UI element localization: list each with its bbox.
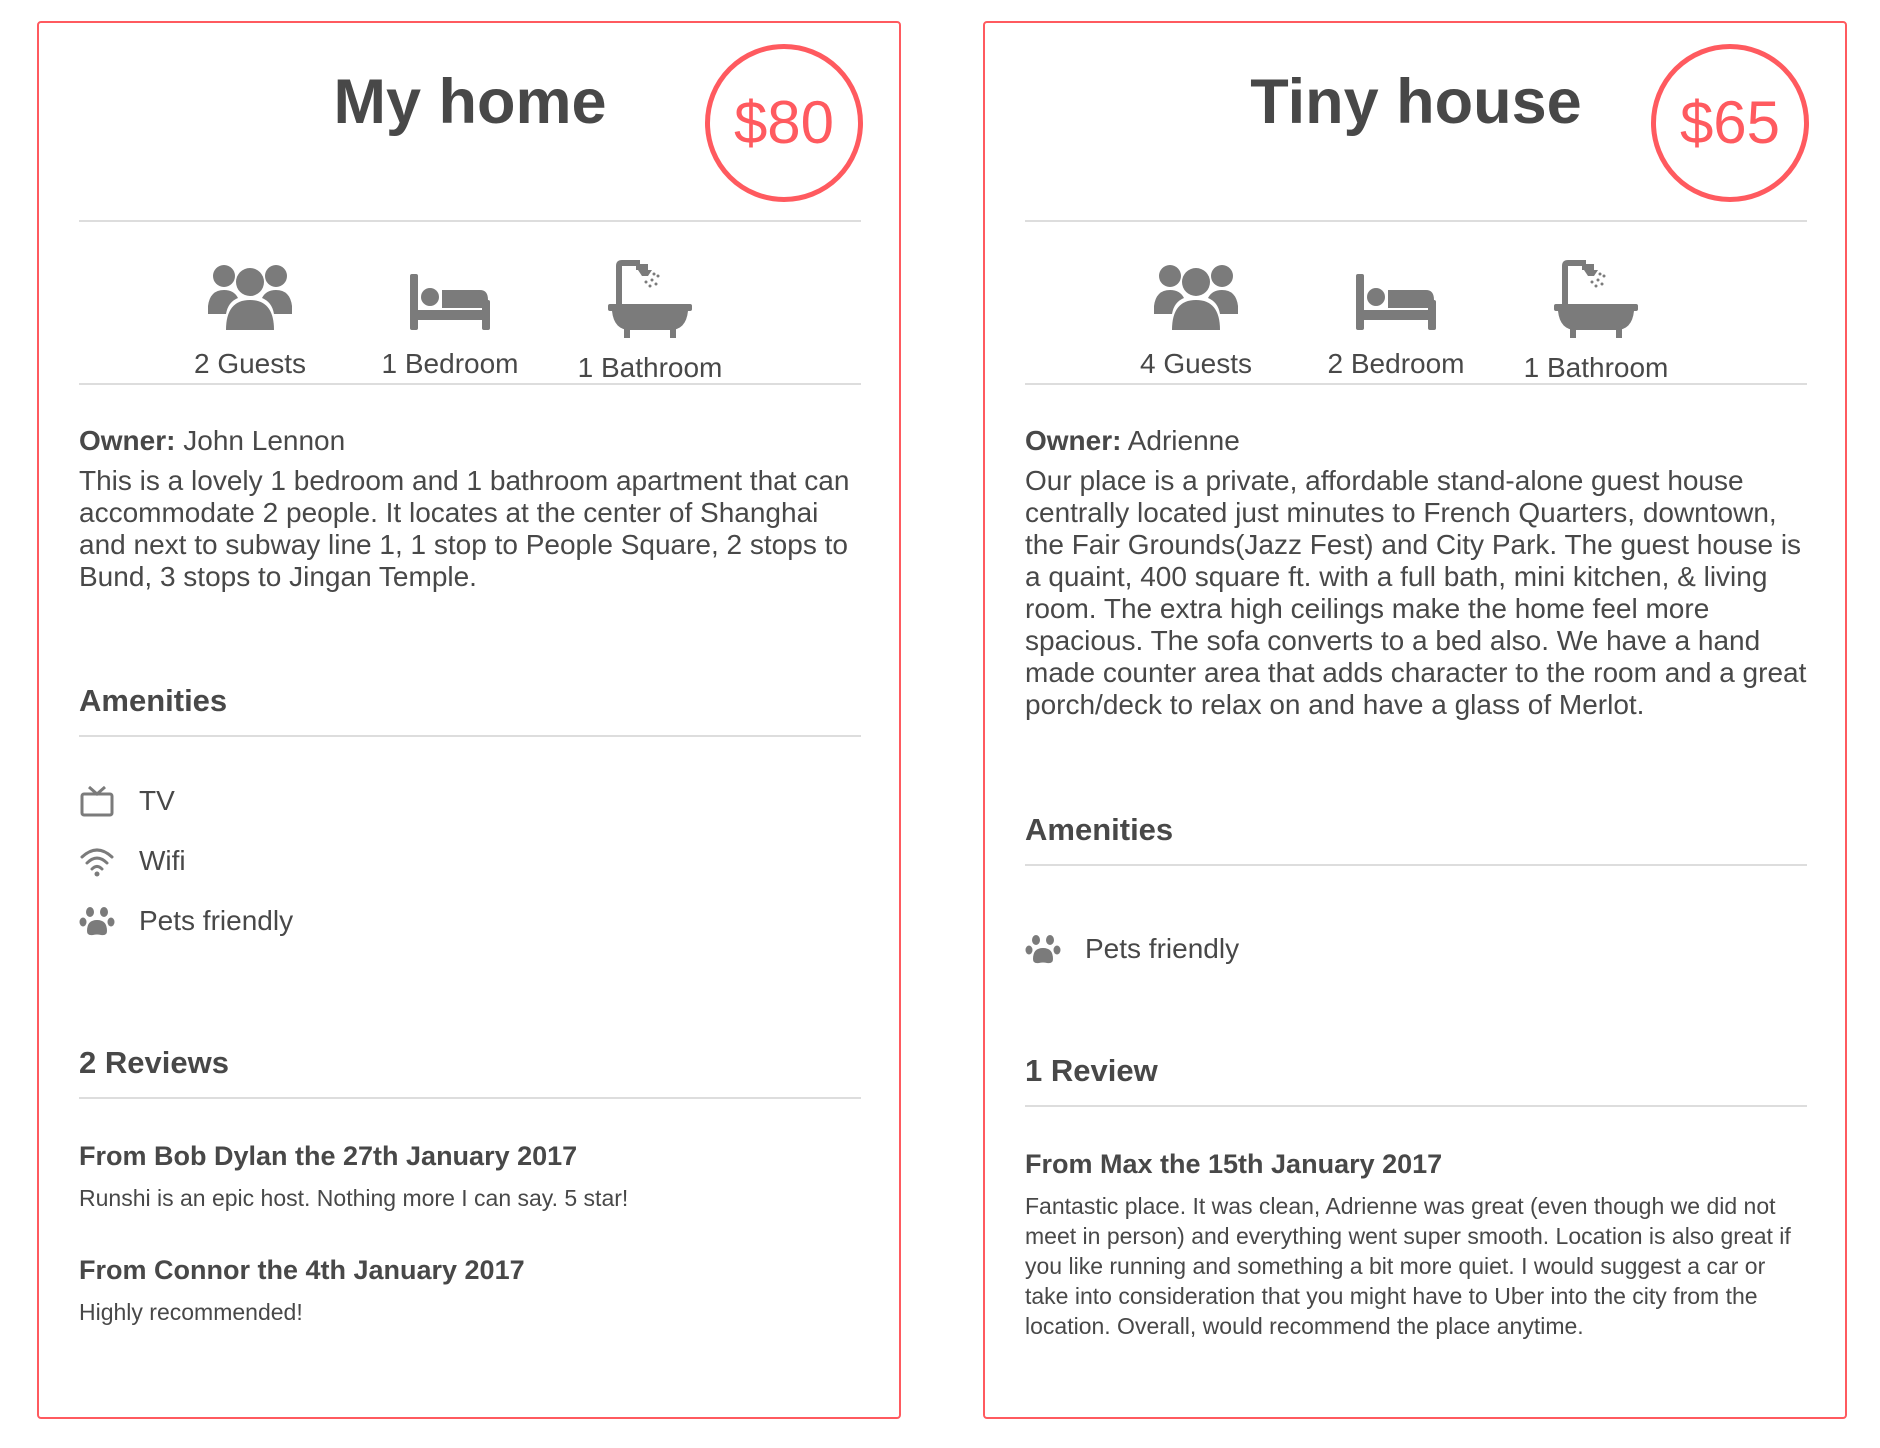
listing-description: Our place is a private, affordable stand… [1025,465,1807,720]
listing-card: My home $80 2 Guests 1 Bedroom 1 Bathroo… [37,21,901,1419]
stat-bedrooms: 1 Bedroom [350,260,550,380]
amenities-title: Amenities [1025,812,1174,847]
divider [79,220,861,222]
stat-bathrooms: 1 Bathroom [1496,260,1696,384]
review-heading: From Bob Dylan the 27th January 2017 [79,1141,578,1171]
guests-icon [208,265,292,330]
stat-bathrooms: 1 Bathroom [550,260,750,384]
bed-icon [410,274,490,330]
divider [79,383,861,385]
divider [1025,220,1807,222]
guests-icon [1154,265,1238,330]
stat-label: 1 Bathroom [577,352,723,383]
amenity-label: Pets friendly [139,905,294,936]
owner-name: Adrienne [1127,425,1240,456]
listing-card: Tiny house $65 4 Guests 2 Bedroom 1 Bath… [983,21,1847,1419]
divider [1025,1105,1807,1107]
listing-description: This is a lovely 1 bedroom and 1 bathroo… [79,465,850,592]
listing-stats: 2 Guests 1 Bedroom 1 Bathroom [79,240,861,400]
owner-line: Owner: Adrienne [1025,425,1815,457]
bathtub-icon [1554,260,1638,338]
amenities-title: Amenities [79,683,228,718]
amenity-label: TV [139,785,175,816]
stat-label: 2 Guests [193,348,307,379]
paw-icon [79,907,115,936]
price-badge: $80 [705,44,863,202]
reviews-title: 2 Reviews [79,1045,229,1080]
bed-icon [1356,274,1436,330]
stat-label: 1 Bedroom [381,348,519,379]
stat-guests: 4 Guests [1096,260,1296,380]
review-heading: From Max the 15th January 2017 [1025,1149,1443,1179]
stat-bedrooms: 2 Bedroom [1296,260,1496,380]
stat-label: 4 Guests [1139,348,1253,379]
review-text: Runshi is an epic host. Nothing more I c… [79,1185,629,1211]
review-text: Fantastic place. It was clean, Adrienne … [1025,1193,1791,1339]
listing-stats: 4 Guests 2 Bedroom 1 Bathroom [1025,240,1807,400]
price-badge: $65 [1651,44,1809,202]
owner-name: John Lennon [183,425,346,456]
paw-icon [1025,935,1061,964]
amenity-label: Pets friendly [1085,933,1240,964]
reviews-title: 1 Review [1025,1053,1158,1088]
divider [79,1097,861,1099]
wifi-icon [80,848,114,877]
review-heading: From Connor the 4th January 2017 [79,1255,525,1285]
bathtub-icon [608,260,692,338]
owner-label: Owner: [1025,425,1122,456]
stat-label: 2 Bedroom [1327,348,1465,379]
amenity-label: Wifi [139,845,186,876]
divider [1025,864,1807,866]
tv-icon [80,785,114,817]
divider [79,735,861,737]
owner-label: Owner: [79,425,176,456]
stat-label: 1 Bathroom [1523,352,1669,383]
stat-guests: 2 Guests [150,260,350,380]
owner-line: Owner: John Lennon [79,425,869,457]
divider [1025,383,1807,385]
review-text: Highly recommended! [79,1299,303,1325]
